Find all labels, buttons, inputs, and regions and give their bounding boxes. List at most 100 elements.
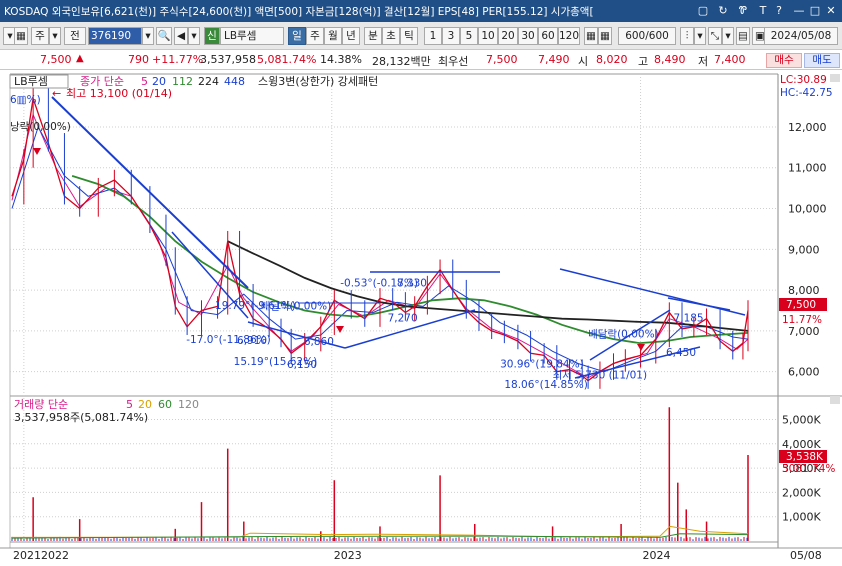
- calendar-icon[interactable]: ▤: [736, 27, 750, 45]
- minute-option-60[interactable]: 60: [538, 27, 558, 45]
- period-select[interactable]: 전: [64, 27, 86, 45]
- pattern-annotation: 8,330: [397, 277, 427, 289]
- tab-second[interactable]: 초: [382, 27, 400, 45]
- market-select[interactable]: 주: [31, 27, 49, 45]
- best-quote-label: 최우선: [438, 55, 469, 68]
- price-change: 790: [128, 53, 149, 66]
- volume-value-label: 3,537,958주(5,081.74%): [14, 411, 148, 424]
- open-label: 시: [578, 55, 589, 68]
- time-tick-label: 2023: [334, 549, 362, 562]
- ask-price: 7,500: [486, 53, 518, 66]
- up-arrow-icon: ▲: [76, 53, 84, 64]
- search-icon[interactable]: 🔍: [156, 27, 172, 45]
- volume-tick-label: 2,000K: [782, 486, 821, 499]
- tab-tick[interactable]: 틱: [400, 27, 418, 45]
- minute-option-120[interactable]: 120: [558, 27, 580, 45]
- minute-option-5[interactable]: 5: [460, 27, 478, 45]
- time-tick-label: 2024: [643, 549, 671, 562]
- pattern-annotation: 18.06°(14.85%): [504, 379, 588, 391]
- stock-name-field[interactable]: LB루셈: [220, 27, 284, 45]
- speaker-icon[interactable]: ◀: [174, 27, 188, 45]
- left-label: 낭락(0,00%): [10, 121, 71, 133]
- tab-month[interactable]: 월: [324, 27, 342, 45]
- low-price: 7,400: [714, 53, 746, 66]
- chevron-down-icon[interactable]: ▾: [188, 27, 200, 45]
- minute-option-3[interactable]: 3: [442, 27, 460, 45]
- grid-icon[interactable]: ▦: [598, 27, 612, 45]
- lc-label: LC:30.89: [780, 74, 827, 86]
- high-price: 8,490: [654, 53, 686, 66]
- close-icon[interactable]: ✕: [824, 4, 838, 18]
- candle-icon[interactable]: ⫶: [680, 27, 694, 45]
- last-price-tag: 7,500: [786, 299, 816, 311]
- vol-ma-120: 120: [178, 398, 199, 411]
- chevron-down-icon[interactable]: ▾: [694, 27, 706, 45]
- bid-price: 7,490: [538, 53, 570, 66]
- trade-amount: 28,132백만: [372, 55, 431, 68]
- tab-year[interactable]: 년: [342, 27, 360, 45]
- volume-pct: 5,081.74%: [257, 53, 317, 66]
- tab-week[interactable]: 주: [306, 27, 324, 45]
- vol-ma-5: 5: [126, 398, 133, 411]
- max-arrow-icon: ←: [52, 87, 61, 100]
- pattern-annotation: 7,270: [388, 313, 418, 325]
- corner-label: 6▥%): [10, 94, 41, 106]
- price-tick-label: 9,000: [788, 243, 820, 256]
- panel-toggle-icon[interactable]: [830, 74, 840, 82]
- stock-chart[interactable]: -0.53°(-0.17%)8,33019.79°(-9.61%)배달락(0.0…: [0, 70, 842, 566]
- maximize-icon[interactable]: □: [808, 4, 822, 18]
- pattern-annotation: 6,910: [237, 335, 267, 347]
- zoom-icon[interactable]: ⤡: [708, 27, 722, 45]
- pattern-annotation: 배달락(0.00%): [261, 301, 332, 313]
- time-tick-label: 05/08: [790, 549, 822, 562]
- pin-icon[interactable]: Ꮘ: [736, 4, 750, 18]
- quote-bar: 7,500 ▲ 790 +11.77% 3,537,958 5,081.74% …: [0, 50, 842, 70]
- toolbar: ▾ ▦ 주 ▾ 전 376190 ▾ 🔍 ◀ ▾ 신 LB루셈 일 주 월 년 …: [0, 22, 842, 50]
- grid-icon[interactable]: ▦: [14, 27, 28, 45]
- chevron-down-icon[interactable]: ▾: [722, 27, 734, 45]
- window-title: KOSDAQ 외국인보유[6,621(천)] 주식수[24,600(천)] 액면…: [4, 6, 594, 18]
- chevron-down-icon[interactable]: ▾: [49, 27, 61, 45]
- minimize-icon[interactable]: —: [792, 4, 806, 18]
- low-label: 저: [698, 55, 709, 68]
- pattern-annotation: 배달락(0.00%): [588, 328, 659, 340]
- sell-button[interactable]: 매도: [804, 53, 840, 68]
- minute-option-10[interactable]: 10: [478, 27, 498, 45]
- tab-day[interactable]: 일: [288, 27, 306, 45]
- chevron-down-icon[interactable]: ▾: [142, 27, 154, 45]
- price-tick-label: 8,000: [788, 284, 820, 297]
- volume-tick-label: 1,000K: [782, 511, 821, 524]
- help-icon[interactable]: ?: [772, 4, 786, 18]
- stock-code-input[interactable]: 376190: [88, 27, 142, 45]
- turnover-pct: 14.38%: [320, 53, 362, 66]
- price-tick-label: 6,000: [788, 366, 820, 379]
- pattern-annotation: 6,150: [287, 359, 317, 371]
- ma-period-112: 112: [172, 75, 193, 88]
- hc-label: HC:-42.75: [780, 87, 833, 99]
- time-tick-label: 2021: [13, 549, 41, 562]
- pattern-annotation: 7,185: [674, 313, 704, 325]
- minute-option-30[interactable]: 30: [518, 27, 538, 45]
- volume-tag: 3,538K: [786, 451, 824, 463]
- open-price: 8,020: [596, 53, 628, 66]
- tab-minute[interactable]: 분: [364, 27, 382, 45]
- pattern-annotation: 6,450: [666, 347, 696, 359]
- high-label: 고: [638, 55, 649, 68]
- count-field[interactable]: 600/600: [618, 27, 676, 45]
- price-tick-label: 11,000: [788, 162, 827, 175]
- ma-period-448: 448: [224, 75, 245, 88]
- text-icon[interactable]: T: [756, 4, 770, 18]
- grid-icon[interactable]: ▦: [584, 27, 598, 45]
- date-field[interactable]: 2024/05/08: [764, 27, 838, 45]
- minute-option-1[interactable]: 1: [424, 27, 442, 45]
- panel-toggle-icon[interactable]: [830, 396, 840, 404]
- sync-icon[interactable]: ↻: [716, 4, 730, 18]
- chart-name-label[interactable]: LB루셈: [14, 75, 48, 88]
- volume-value: 3,537,958: [200, 53, 256, 66]
- minute-option-20[interactable]: 20: [498, 27, 518, 45]
- buy-button[interactable]: 매수: [766, 53, 802, 68]
- time-tick-label: 2022: [41, 549, 69, 562]
- current-price: 7,500: [40, 53, 72, 66]
- last-change-tag: 11.77%: [782, 314, 822, 326]
- window-icon[interactable]: ▢: [696, 4, 710, 18]
